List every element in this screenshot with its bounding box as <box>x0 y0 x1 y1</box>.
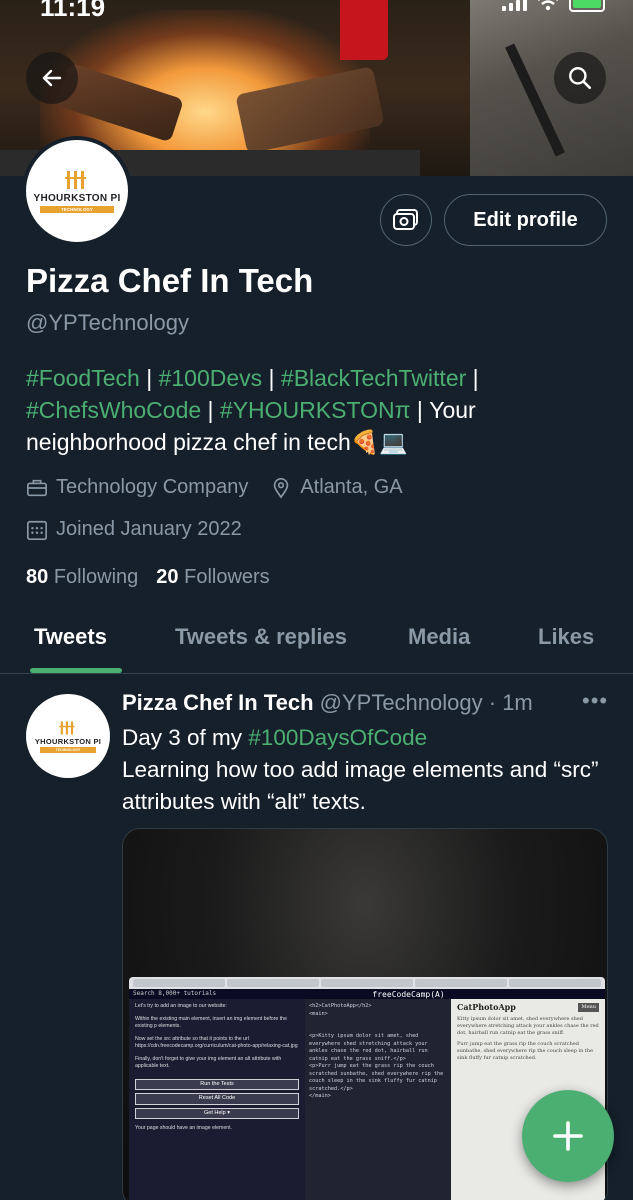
profile-meta-row: Technology Company Atlanta, GA <box>26 476 403 499</box>
reset-code-button: Reset All Code <box>135 1093 299 1105</box>
fork-knife-logo-icon <box>59 720 75 735</box>
followers-link[interactable]: 20 Followers <box>156 566 269 589</box>
profile-joined-date: Joined January 2022 <box>56 518 242 540</box>
fcc-navbar: Search 8,000+ tutorials freeCodeCamp(A) <box>129 989 605 999</box>
photos-icon <box>393 209 418 230</box>
wifi-icon <box>538 0 558 11</box>
location-pin-icon <box>274 477 289 499</box>
tweet-header: Pizza Chef In Tech @YPTechnology · 1m <box>122 690 533 715</box>
hashtag-link[interactable]: #FoodTech <box>26 365 140 391</box>
hashtag-link[interactable]: #BlackTechTwitter <box>281 365 466 391</box>
hashtag-link[interactable]: #100Devs <box>159 365 263 391</box>
battery-icon <box>569 0 605 12</box>
tab-media[interactable]: Media <box>408 624 470 650</box>
briefcase-icon <box>27 479 47 496</box>
tab-tweets[interactable]: Tweets <box>34 624 107 650</box>
profile-category: Technology Company <box>56 476 249 498</box>
profile-bio: #FoodTech | #100Devs | #BlackTechTwitter… <box>26 365 479 455</box>
tweet-author-avatar[interactable]: YHOURKSTON PI TECHNOLOGY <box>26 694 110 778</box>
banner-background <box>470 0 633 176</box>
tweet-text: Day 3 of my #100DaysOfCode Learning how … <box>122 725 599 814</box>
arrow-left-icon <box>42 69 62 87</box>
compose-tweet-button[interactable] <box>522 1090 614 1182</box>
calendar-icon <box>27 520 47 540</box>
search-icon <box>569 67 592 90</box>
tweet-timestamp[interactable]: 1m <box>502 690 533 715</box>
fcc-code-editor: <h2>CatPhotoApp</h2> <main> <p>Kitty ips… <box>305 999 451 1200</box>
profile-avatar[interactable]: YHOURKSTON PI TECHNOLOGY <box>22 136 132 246</box>
fork-knife-logo-icon <box>65 171 86 189</box>
search-button[interactable] <box>554 52 606 104</box>
edit-profile-button[interactable]: Edit profile <box>444 194 607 246</box>
profile-joined-row: Joined January 2022 <box>26 518 242 541</box>
run-tests-button: Run the Tests <box>135 1078 299 1090</box>
tab-likes[interactable]: Likes <box>538 624 594 650</box>
display-name: Pizza Chef In Tech <box>26 262 314 299</box>
logo-text: YHOURKSTON PI <box>34 736 102 746</box>
get-help-button: Get Help ▾ <box>135 1107 299 1119</box>
banner-red-oven-part <box>340 0 388 60</box>
active-tab-indicator <box>30 668 122 673</box>
logo-subtext: TECHNOLOGY <box>40 206 114 213</box>
status-time: 11:19 <box>40 0 106 22</box>
status-icons <box>502 0 605 12</box>
back-button[interactable] <box>26 52 78 104</box>
tweet-more-options-icon[interactable]: ••• <box>582 688 608 714</box>
plus-icon <box>553 1121 583 1151</box>
fcc-instructions-pane: Let's try to add an image to our website… <box>129 999 305 1200</box>
profile-tabs: Tweets Tweets & replies Media Likes <box>0 610 633 674</box>
follow-stats: 80 Following 20 Followers <box>26 566 270 589</box>
user-handle: @YPTechnology <box>26 310 189 335</box>
tweet-author-handle[interactable]: @YPTechnology <box>320 690 483 715</box>
hashtag-link[interactable]: #YHOURKSTONπ <box>220 397 411 423</box>
hashtag-link[interactable]: #100DaysOfCode <box>248 725 427 750</box>
hashtag-link[interactable]: #ChefsWhoCode <box>26 397 201 423</box>
following-link[interactable]: 80 Following <box>26 566 138 589</box>
cellular-signal-icon <box>502 0 527 11</box>
tweet-author-name[interactable]: Pizza Chef In Tech <box>122 690 314 715</box>
profile-location: Atlanta, GA <box>300 476 403 498</box>
tab-tweets-and-replies[interactable]: Tweets & replies <box>175 624 347 650</box>
logo-text: YHOURKSTON PI <box>33 193 121 204</box>
logo-subtext: TECHNOLOGY <box>40 746 96 753</box>
change-banner-photo-button[interactable] <box>380 194 432 246</box>
browser-tab-strip <box>129 977 605 989</box>
